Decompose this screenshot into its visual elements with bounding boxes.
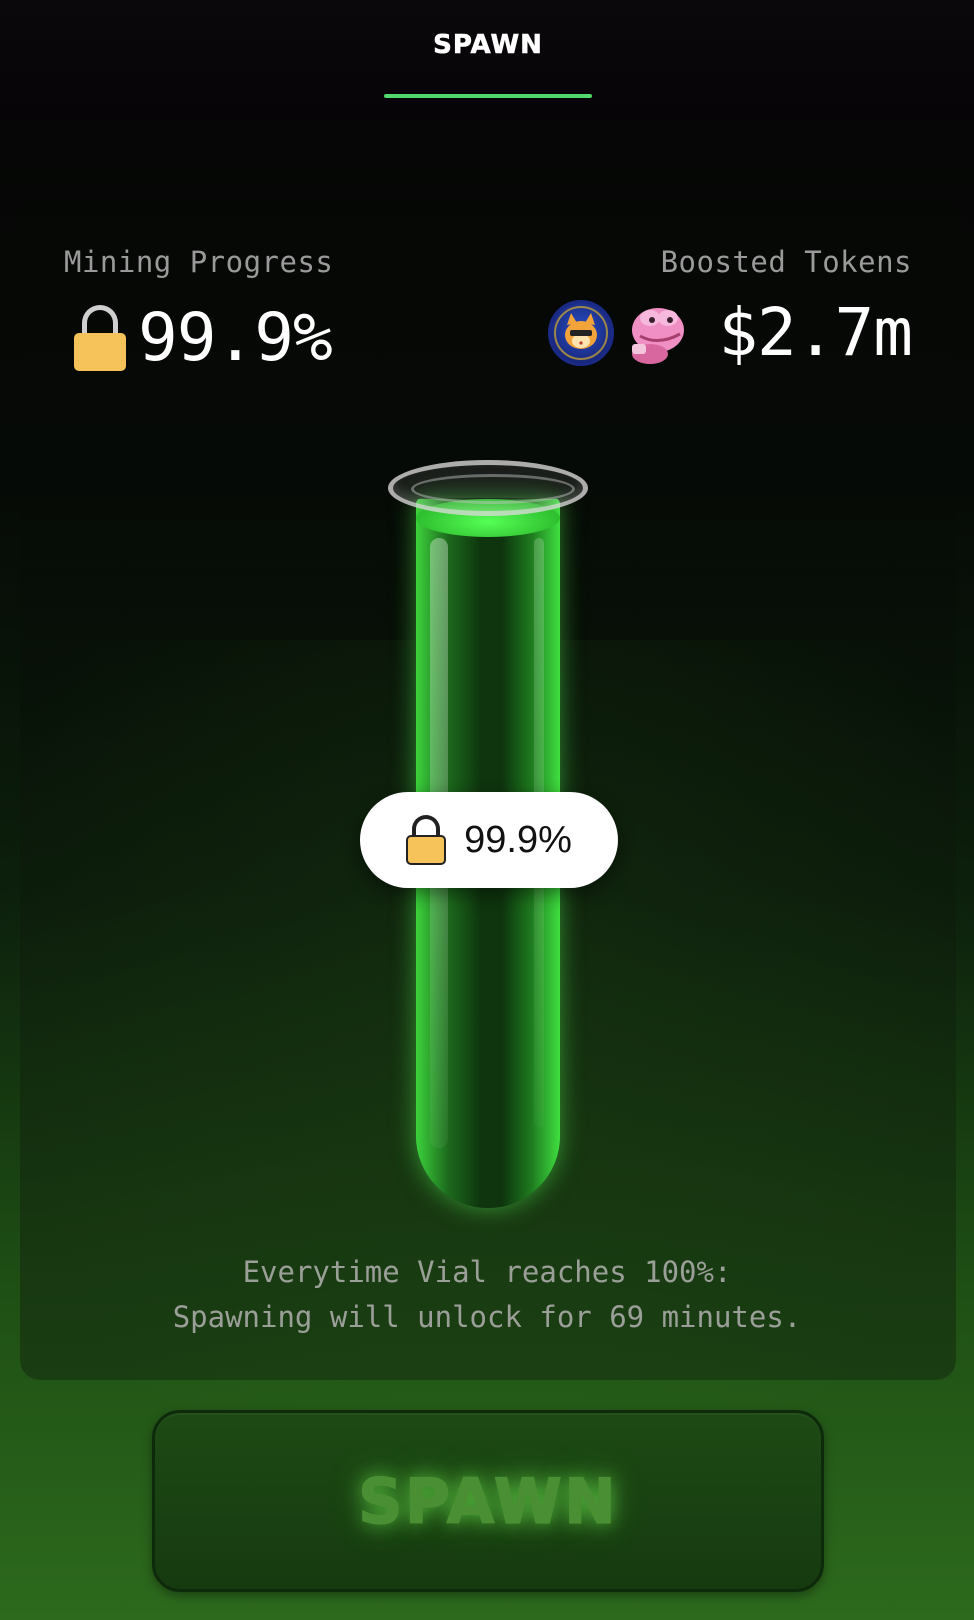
mining-progress-value: 99.9% [138,299,333,376]
cat-token-icon[interactable] [548,300,615,366]
boosted-tokens-value: $2.7m [718,294,913,371]
tab-spawn[interactable]: SPAWN [384,18,592,98]
vial-progress-pill: 99.9% [360,792,618,888]
pepe-token-icon[interactable] [622,300,688,366]
lock-icon [74,305,126,371]
info-line-1: Everytime Vial reaches 100%: [242,1255,732,1289]
info-line-2: Spawning will unlock for 69 minutes. [172,1300,802,1334]
boosted-tokens: $2.7m [548,294,913,371]
top-tab-bar: SPAWN [0,0,974,120]
spawn-button-label: SPAWN [357,1464,618,1538]
lock-icon [406,815,447,865]
active-tab-indicator [384,94,592,98]
mining-progress: 99.9% [74,299,333,376]
tab-spawn-label: SPAWN [433,30,543,60]
mining-progress-label: Mining Progress [64,245,334,279]
vial-progress-value: 99.9% [464,818,572,861]
spawn-button[interactable]: SPAWN [152,1410,824,1592]
vial-rim-inner [411,474,575,504]
boosted-tokens-label: Boosted Tokens [660,245,912,279]
vial-rim [388,460,588,516]
